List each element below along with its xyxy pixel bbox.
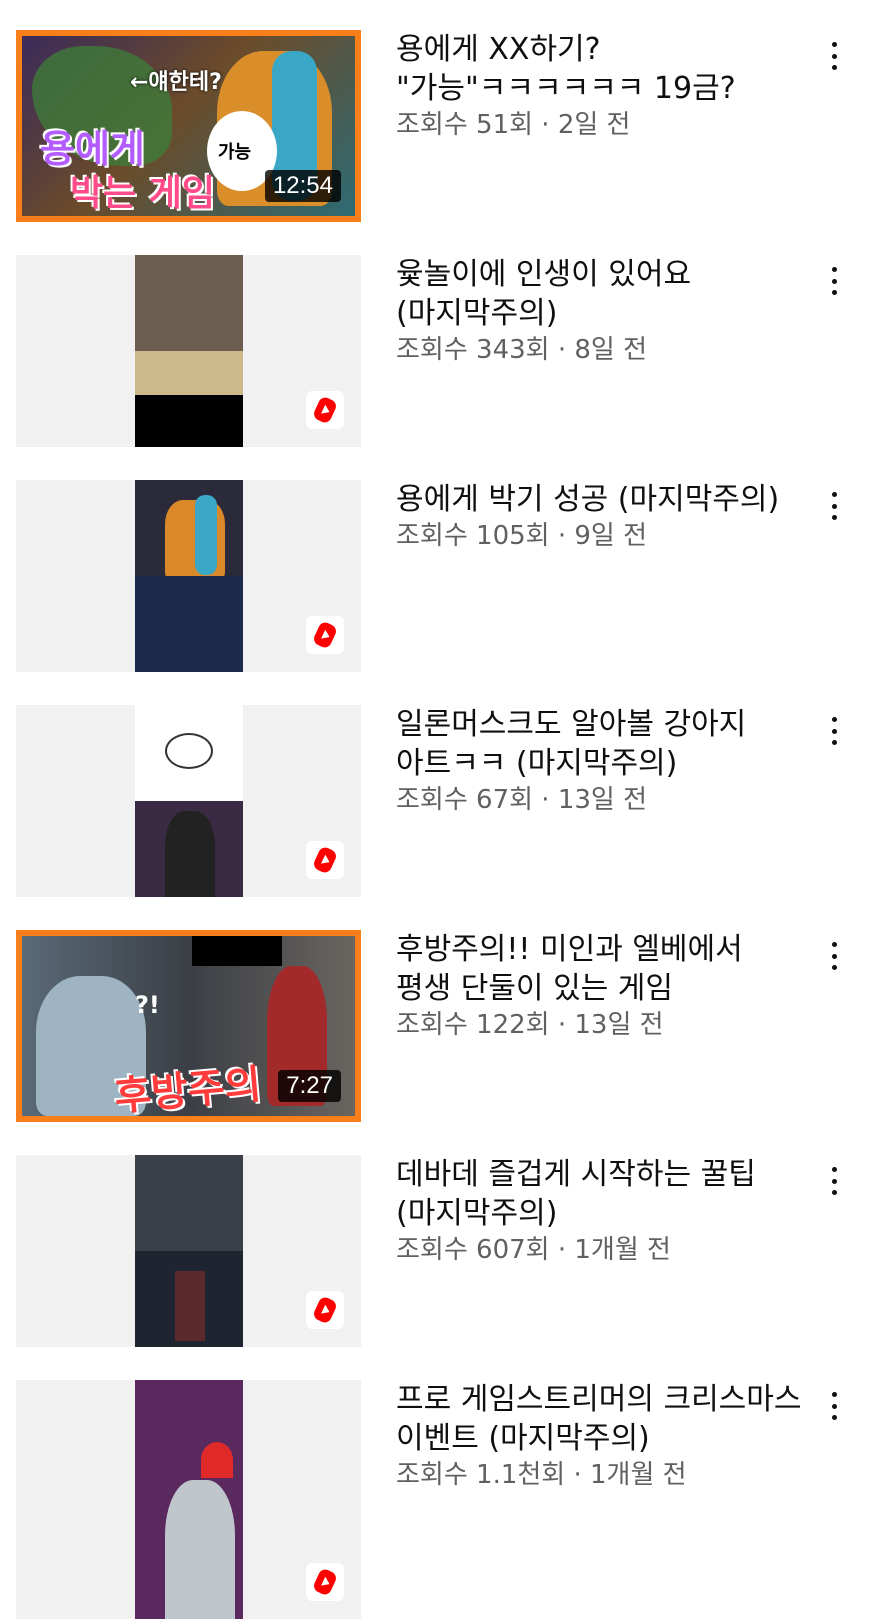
shorts-icon [306, 616, 344, 654]
shorts-icon [306, 391, 344, 429]
thumb-caption-main: 후방주의 [112, 1061, 264, 1121]
shorts-frame [135, 705, 243, 897]
frame-top [135, 705, 243, 801]
upload-age: 13일 전 [574, 1010, 664, 1040]
view-count: 조회수 51회 [396, 110, 534, 140]
video-thumbnail[interactable] [16, 1155, 361, 1347]
video-thumbnail[interactable]: ?! 후방주의 7:27 [16, 930, 361, 1122]
frame-bottom [135, 1251, 243, 1347]
separator: · [533, 110, 558, 140]
view-count: 조회수 343회 [396, 335, 550, 365]
video-meta[interactable]: 용에게 XX하기? "가능"ㅋㅋㅋㅋㅋㅋ 19금? 조회수 51회 · 2일 전 [396, 30, 806, 142]
speech-box [192, 936, 282, 966]
separator: · [549, 521, 575, 551]
video-thumbnail[interactable] [16, 1380, 361, 1619]
upload-age: 13일 전 [557, 785, 648, 815]
streamer-hair [195, 495, 217, 575]
video-title[interactable]: 프로 게임스트리머의 크리스마스 이벤트 (마지막주의) [396, 1380, 806, 1458]
video-title[interactable]: 일론머스크도 알아볼 강아지 아트ㅋㅋ (마지막주의) [396, 705, 806, 783]
dog-sketch [165, 733, 213, 769]
upload-age: 1개월 전 [574, 1235, 671, 1265]
shorts-frame [135, 255, 243, 447]
video-item[interactable]: 프로 게임스트리머의 크리스마스 이벤트 (마지막주의) 조회수 1.1천회 ·… [0, 1380, 870, 1619]
view-count: 조회수 607회 [396, 1235, 550, 1265]
video-stats: 조회수 105회 · 9일 전 [396, 519, 806, 553]
view-count: 조회수 67회 [396, 785, 534, 815]
video-stats: 조회수 607회 · 1개월 전 [396, 1233, 806, 1267]
separator: · [565, 1460, 591, 1490]
separator: · [549, 335, 575, 365]
video-thumbnail[interactable] [16, 255, 361, 447]
video-item[interactable]: 데바데 즐겁게 시작하는 꿀팁 (마지막주의) 조회수 607회 · 1개월 전 [0, 1155, 870, 1347]
video-meta[interactable]: 후방주의!! 미인과 엘베에서 평생 단둘이 있는 게임 조회수 122회 · … [396, 930, 806, 1042]
video-stats: 조회수 122회 · 13일 전 [396, 1008, 806, 1042]
separator: · [549, 1235, 575, 1265]
shorts-icon [306, 841, 344, 879]
frame-bottom [135, 576, 243, 672]
character-figure [175, 1271, 205, 1341]
duration-badge: 7:27 [278, 1070, 341, 1102]
video-title[interactable]: 윷놀이에 인생이 있어요 (마지막주의) [396, 255, 806, 333]
shorts-icon [306, 1291, 344, 1329]
more-vert-icon[interactable] [820, 263, 848, 299]
frame-top [135, 255, 243, 351]
streamer-figure [165, 1480, 235, 1619]
shorts-frame [135, 1155, 243, 1347]
video-stats: 조회수 51회 · 2일 전 [396, 108, 806, 142]
separator: · [549, 1010, 575, 1040]
view-count: 조회수 1.1천회 [396, 1460, 566, 1490]
separator: · [533, 785, 558, 815]
video-item[interactable]: 용에게 박기 성공 (마지막주의) 조회수 105회 · 9일 전 [0, 480, 870, 672]
shorts-frame [135, 1380, 243, 1619]
upload-age: 8일 전 [574, 335, 648, 365]
video-thumbnail[interactable] [16, 480, 361, 672]
video-item[interactable]: ←얘한테? 가능 용에게 박는 게임 12:54 용에게 XX하기? "가능"ㅋ… [0, 30, 870, 222]
upload-age: 1개월 전 [590, 1460, 687, 1490]
more-vert-icon[interactable] [820, 488, 848, 524]
video-meta[interactable]: 용에게 박기 성공 (마지막주의) 조회수 105회 · 9일 전 [396, 480, 806, 553]
video-item[interactable]: 윷놀이에 인생이 있어요 (마지막주의) 조회수 343회 · 8일 전 [0, 255, 870, 447]
more-vert-icon[interactable] [820, 1388, 848, 1424]
santa-hat [201, 1442, 233, 1478]
thumb-caption-sub: 박는 게임 [70, 173, 216, 214]
video-title[interactable]: 용에게 박기 성공 (마지막주의) [396, 480, 806, 519]
frame-bottom [135, 801, 243, 897]
thumb-caption-bubble: 가능 [218, 142, 252, 163]
shorts-frame [135, 480, 243, 672]
more-vert-icon[interactable] [820, 1163, 848, 1199]
upload-age: 9일 전 [574, 521, 648, 551]
caption-bar [135, 395, 243, 447]
video-thumbnail[interactable] [16, 705, 361, 897]
video-meta[interactable]: 데바데 즐겁게 시작하는 꿀팁 (마지막주의) 조회수 607회 · 1개월 전 [396, 1155, 806, 1267]
video-item[interactable]: 일론머스크도 알아볼 강아지 아트ㅋㅋ (마지막주의) 조회수 67회 · 13… [0, 705, 870, 897]
thumb-caption-pointer: ←얘한테? [130, 70, 222, 95]
video-stats: 조회수 67회 · 13일 전 [396, 783, 806, 817]
video-stats: 조회수 343회 · 8일 전 [396, 333, 806, 367]
view-count: 조회수 122회 [396, 1010, 550, 1040]
video-title[interactable]: 데바데 즐겁게 시작하는 꿀팁 (마지막주의) [396, 1155, 806, 1233]
video-meta[interactable]: 일론머스크도 알아볼 강아지 아트ㅋㅋ (마지막주의) 조회수 67회 · 13… [396, 705, 806, 817]
more-vert-icon[interactable] [820, 38, 848, 74]
upload-age: 2일 전 [557, 110, 631, 140]
video-meta[interactable]: 윷놀이에 인생이 있어요 (마지막주의) 조회수 343회 · 8일 전 [396, 255, 806, 367]
thumb-caption-exclaim: ?! [135, 991, 160, 1019]
video-title[interactable]: 용에게 XX하기? "가능"ㅋㅋㅋㅋㅋㅋ 19금? [396, 30, 806, 108]
video-stats: 조회수 1.1천회 · 1개월 전 [396, 1458, 806, 1492]
video-thumbnail[interactable]: ←얘한테? 가능 용에게 박는 게임 12:54 [16, 30, 361, 222]
more-vert-icon[interactable] [820, 713, 848, 749]
video-meta[interactable]: 프로 게임스트리머의 크리스마스 이벤트 (마지막주의) 조회수 1.1천회 ·… [396, 1380, 806, 1492]
video-title[interactable]: 후방주의!! 미인과 엘베에서 평생 단둘이 있는 게임 [396, 930, 806, 1008]
streamer-figure [165, 811, 215, 897]
shorts-icon [306, 1563, 344, 1601]
more-vert-icon[interactable] [820, 938, 848, 974]
duration-badge: 12:54 [264, 170, 341, 202]
video-item[interactable]: ?! 후방주의 7:27 후방주의!! 미인과 엘베에서 평생 단둘이 있는 게… [0, 930, 870, 1122]
frame-top [135, 1155, 243, 1251]
view-count: 조회수 105회 [396, 521, 550, 551]
